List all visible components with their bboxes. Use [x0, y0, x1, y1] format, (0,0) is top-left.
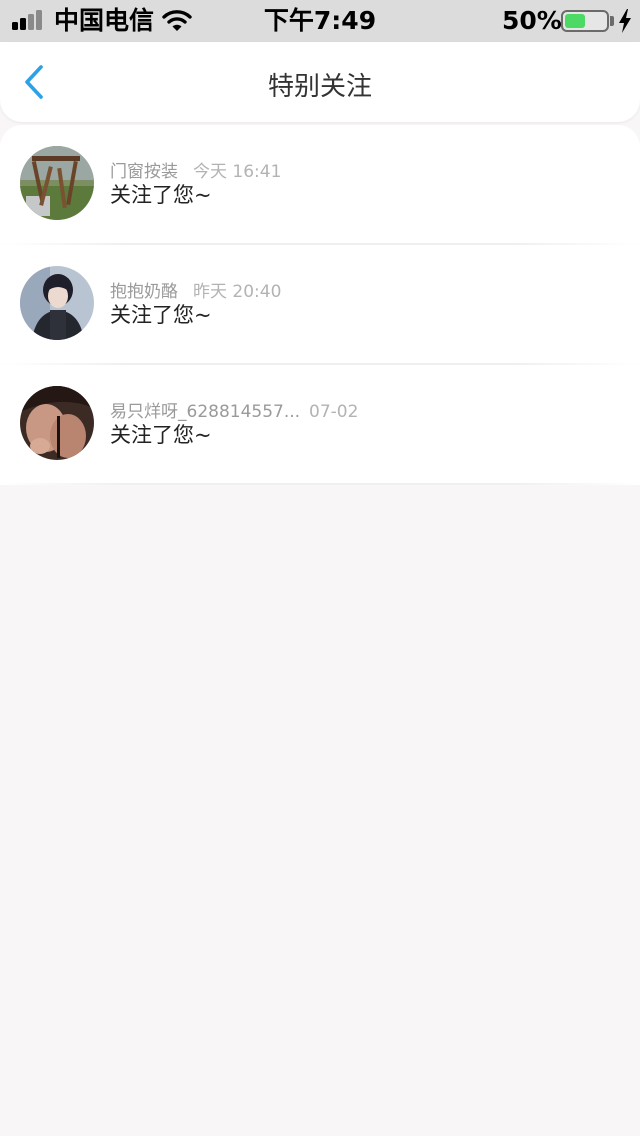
battery-icon: [561, 10, 609, 32]
list-item[interactable]: 抱抱奶酪 昨天 20:40 关注了您~: [0, 245, 640, 365]
avatar[interactable]: [20, 386, 94, 460]
follow-notification-list: 门窗按装 今天 16:41 关注了您~ 抱抱奶酪 昨天 20:40 关注了您~: [0, 125, 640, 485]
nav-bar: 特别关注: [0, 42, 640, 122]
message-text: 关注了您~: [110, 303, 212, 327]
divider: [0, 483, 640, 485]
battery-tip: [610, 16, 614, 26]
list-item[interactable]: 易只烊呀_628814557... 07-02 关注了您~: [0, 365, 640, 485]
charging-bolt-icon: [619, 9, 631, 33]
timestamp: 今天 16:41: [193, 162, 282, 182]
message-text: 关注了您~: [110, 183, 212, 207]
battery-percentage: 50%: [502, 6, 562, 35]
user-name: 门窗按装: [110, 162, 178, 182]
timestamp: 07-02: [309, 402, 359, 422]
message-text: 关注了您~: [110, 423, 212, 447]
avatar[interactable]: [20, 146, 94, 220]
list-item[interactable]: 门窗按装 今天 16:41 关注了您~: [0, 125, 640, 245]
avatar[interactable]: [20, 266, 94, 340]
status-bar: 中国电信 下午7:49 50%: [0, 0, 640, 42]
timestamp: 昨天 20:40: [193, 282, 282, 302]
user-name: 易只烊呀_628814557...: [110, 402, 301, 422]
page-title: 特别关注: [267, 72, 372, 102]
battery-level: [565, 14, 585, 28]
user-name: 抱抱奶酪: [110, 282, 178, 302]
